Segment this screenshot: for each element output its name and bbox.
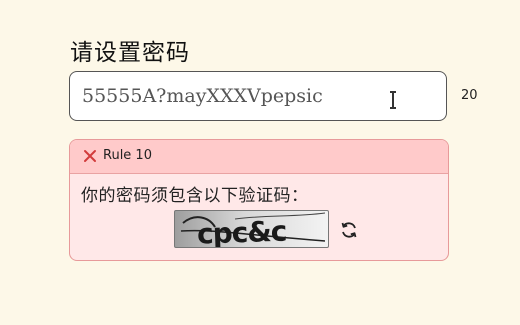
captcha-text: cpc&c xyxy=(197,215,287,248)
captcha-image: cpc&c xyxy=(174,210,329,248)
refresh-icon[interactable] xyxy=(339,220,359,240)
rule-card: Rule 10 你的密码须包含以下验证码： cpc&c xyxy=(69,139,449,261)
password-input[interactable] xyxy=(82,85,412,107)
rule-name: Rule 10 xyxy=(103,148,152,163)
rule-header: Rule 10 xyxy=(70,140,448,174)
text-cursor-icon xyxy=(390,91,396,109)
password-field[interactable] xyxy=(69,71,447,121)
rule-description: 你的密码须包含以下验证码： xyxy=(81,186,309,206)
page-title: 请设置密码 xyxy=(70,40,190,66)
close-icon xyxy=(84,150,96,162)
password-length-counter: 20 xyxy=(461,88,478,103)
